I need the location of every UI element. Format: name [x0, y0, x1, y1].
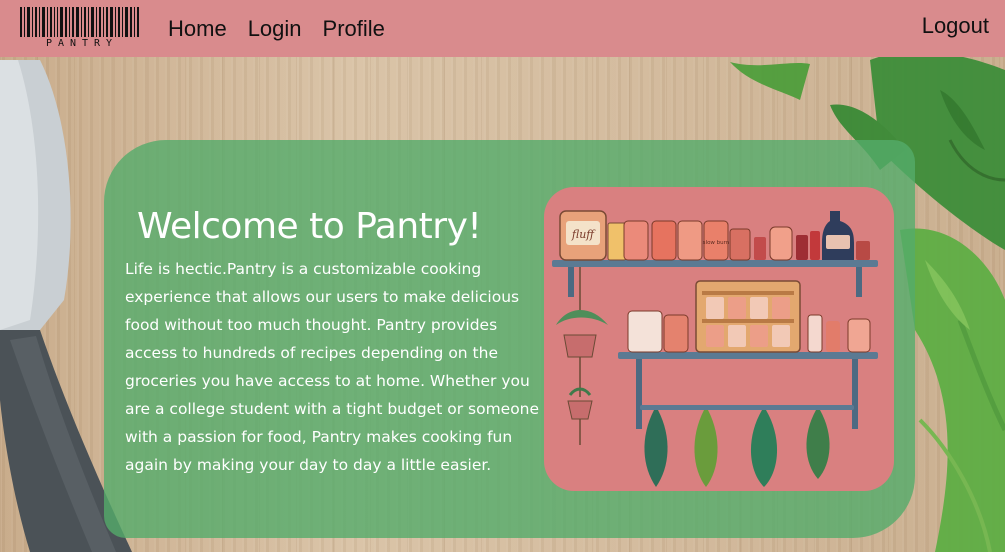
- nav-home-link[interactable]: Home: [168, 16, 227, 42]
- hanging-plant: [556, 267, 608, 445]
- nav-profile-link[interactable]: Profile: [323, 16, 385, 42]
- shelf-top: [552, 260, 878, 267]
- welcome-card: Welcome to Pantry! Life is hectic.Pantry…: [104, 140, 915, 538]
- shelf-middle: [618, 352, 878, 359]
- top-navbar: PANTRY Home Login Profile Logout: [0, 0, 1005, 57]
- top-shelf-items: fluff slow burn: [559, 210, 870, 261]
- barcode-icon: [19, 6, 141, 37]
- dried-herbs: [644, 410, 830, 487]
- nav-links: Home Login Profile: [168, 16, 385, 42]
- fluff-label: fluff: [571, 228, 596, 241]
- pantry-illustration: fluff slow burn: [544, 187, 894, 491]
- hanging-rail: [640, 405, 854, 410]
- nav-login-link[interactable]: Login: [248, 16, 302, 42]
- pantry-shelves-image: fluff slow burn: [552, 210, 878, 487]
- middle-shelf-items: [627, 280, 871, 353]
- slow-burn-label: slow burn: [703, 240, 730, 246]
- logout-link[interactable]: Logout: [922, 13, 989, 39]
- welcome-description: Life is hectic.Pantry is a customizable …: [125, 260, 540, 474]
- welcome-title: Welcome to Pantry!: [137, 206, 482, 247]
- pantry-logo[interactable]: PANTRY: [19, 6, 141, 51]
- logo-text: PANTRY: [45, 37, 119, 49]
